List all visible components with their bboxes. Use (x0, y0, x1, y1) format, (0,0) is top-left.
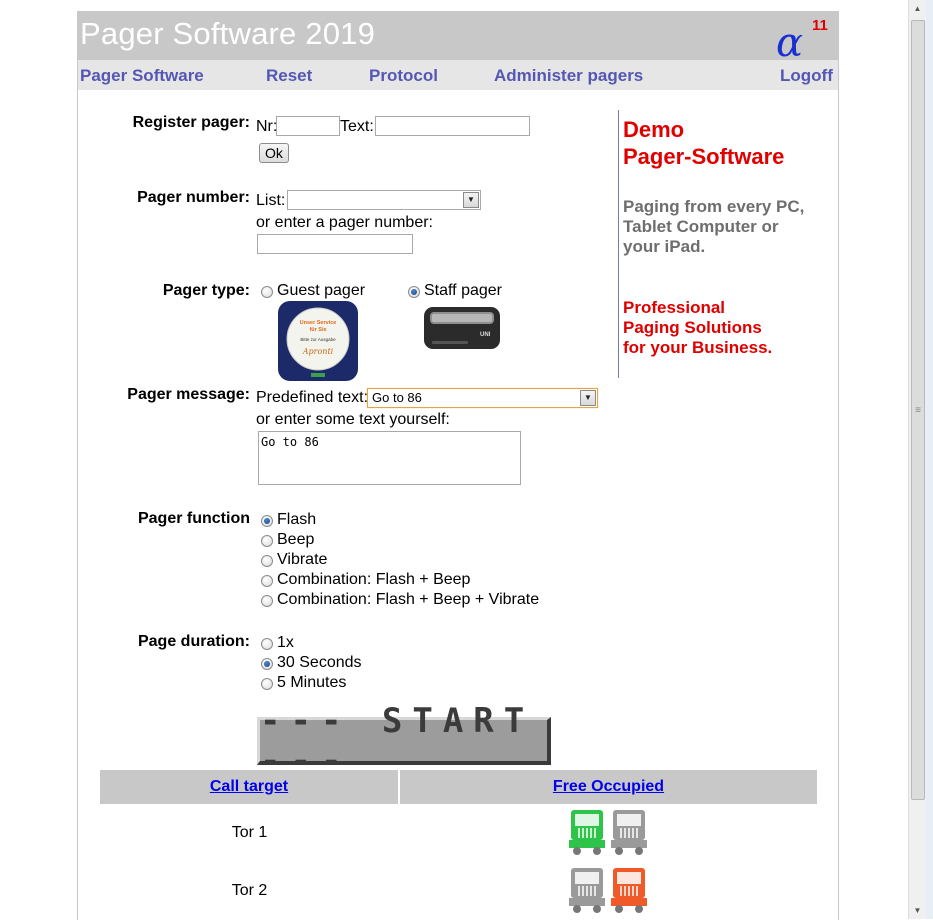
list-label: List: (256, 192, 286, 209)
call-target-table: Call target Free Occupied Tor 1 Tor 2 (100, 770, 817, 920)
register-label: Register pager: (132, 114, 250, 131)
nav-bar: Pager Software Reset Protocol Administer… (78, 60, 838, 90)
staff-pager-radio[interactable] (408, 286, 420, 298)
nav-pager-software[interactable]: Pager Software (80, 66, 204, 86)
guest-pager-radio[interactable] (261, 286, 273, 298)
app-title: Pager Software 2019 (80, 16, 376, 51)
duration-1x-label: 1x (277, 634, 294, 651)
pager-function-label: Pager function (137, 510, 250, 527)
function-vibrate-label: Vibrate (277, 551, 328, 568)
nav-administer-pagers[interactable]: Administer pagers (494, 66, 643, 86)
duration-5m-radio[interactable] (261, 678, 273, 690)
free-occupied-link[interactable]: Free Occupied (553, 778, 664, 795)
scroll-down-icon[interactable]: ▼ (909, 902, 926, 919)
svg-text:Unser Service: Unser Service (300, 320, 337, 326)
duration-1x-radio[interactable] (261, 638, 273, 650)
target-status (399, 804, 817, 862)
duration-30s-radio[interactable] (261, 658, 273, 670)
function-combo-fbv-radio[interactable] (261, 595, 273, 607)
text-input[interactable] (375, 116, 530, 136)
svg-text:11: 11 (812, 17, 828, 34)
truck-occupied-icon[interactable] (609, 808, 649, 858)
table-row: Tor 2 (100, 862, 817, 920)
target-status (399, 862, 817, 920)
nr-label: Nr: (256, 118, 278, 135)
title-bar: Pager Software 2019 α 11 (78, 12, 838, 60)
sidebar-divider (618, 110, 619, 378)
message-alt-label: or enter some text yourself: (256, 411, 450, 428)
pager-type-label: Pager type: (162, 282, 250, 299)
svg-text:UNI: UNI (480, 332, 491, 338)
scroll-up-icon[interactable]: ▲ (909, 0, 926, 17)
table-row: Tor 1 (100, 804, 817, 862)
function-vibrate-radio[interactable] (261, 555, 273, 567)
function-flash-label: Flash (277, 511, 317, 528)
svg-text:Apronti: Apronti (302, 347, 334, 356)
pager-list-select[interactable]: ▼ (287, 190, 481, 210)
col-free-occupied: Free Occupied (399, 770, 817, 804)
function-combo-fb-label: Combination: Flash + Beep (277, 571, 471, 588)
vertical-scrollbar[interactable]: ▲ ≡ ▼ (908, 0, 926, 919)
promo-paging: Paging from every PC, Tablet Computer or… (623, 197, 805, 256)
guest-pager-label: Guest pager (277, 282, 366, 299)
function-beep-radio[interactable] (261, 535, 273, 547)
truck-occupied-icon[interactable] (609, 866, 649, 916)
col-call-target: Call target (100, 770, 400, 804)
page-duration-label: Page duration: (137, 633, 250, 650)
function-combo-fb-radio[interactable] (261, 575, 273, 587)
target-name: Tor 1 (231, 824, 268, 841)
window-edge (925, 0, 933, 919)
nr-input[interactable] (276, 116, 340, 136)
function-beep-label: Beep (277, 531, 315, 548)
pager-message-label: Pager message: (127, 386, 250, 403)
duration-30s-label: 30 Seconds (277, 654, 362, 671)
nav-reset[interactable]: Reset (266, 66, 312, 86)
chevron-down-icon[interactable]: ▼ (463, 192, 479, 208)
message-textarea[interactable]: Go to 86 (258, 431, 521, 485)
staff-pager-label: Staff pager (424, 282, 502, 299)
alpha-logo-icon: α 11 (776, 17, 828, 60)
app-frame: Pager Software 2019 α 11 Pager Software … (77, 11, 839, 920)
ok-button[interactable]: Ok (259, 143, 289, 163)
promo-professional: Professional Paging Solutions for your B… (623, 298, 773, 357)
pager-number-input[interactable] (257, 234, 413, 254)
chevron-down-icon[interactable]: ▼ (580, 390, 596, 406)
guest-pager-image: Unser Service für Sie Bitte zur Ausgabe … (278, 301, 358, 381)
main-content: Register pager: Nr: Text: Ok Pager numbe… (78, 90, 838, 920)
start-button[interactable]: --- START --- (257, 701, 551, 781)
pager-number-alt-label: or enter a pager number: (256, 214, 433, 231)
scroll-thumb[interactable]: ≡ (911, 20, 925, 800)
truck-free-icon[interactable] (567, 866, 607, 916)
function-combo-fbv-label: Combination: Flash + Beep + Vibrate (277, 591, 540, 608)
function-flash-radio[interactable] (261, 515, 273, 527)
pager-number-label: Pager number: (137, 189, 250, 206)
staff-pager-image: UNI (424, 307, 500, 349)
svg-text:α: α (776, 20, 803, 60)
predefined-text-label: Predefined text: (256, 389, 369, 406)
promo-demo: Demo Pager-Software (623, 117, 785, 169)
svg-text:Bitte zur Ausgabe: Bitte zur Ausgabe (300, 337, 336, 342)
truck-free-icon[interactable] (567, 808, 607, 858)
target-name: Tor 2 (231, 882, 268, 899)
duration-5m-label: 5 Minutes (277, 674, 347, 691)
svg-text:für Sie: für Sie (309, 327, 326, 333)
text-label: Text: (340, 118, 374, 135)
call-target-link[interactable]: Call target (210, 778, 288, 795)
predefined-text-select[interactable]: Go to 86 ▼ (367, 388, 598, 408)
nav-logoff[interactable]: Logoff (780, 66, 833, 86)
nav-protocol[interactable]: Protocol (369, 66, 438, 86)
